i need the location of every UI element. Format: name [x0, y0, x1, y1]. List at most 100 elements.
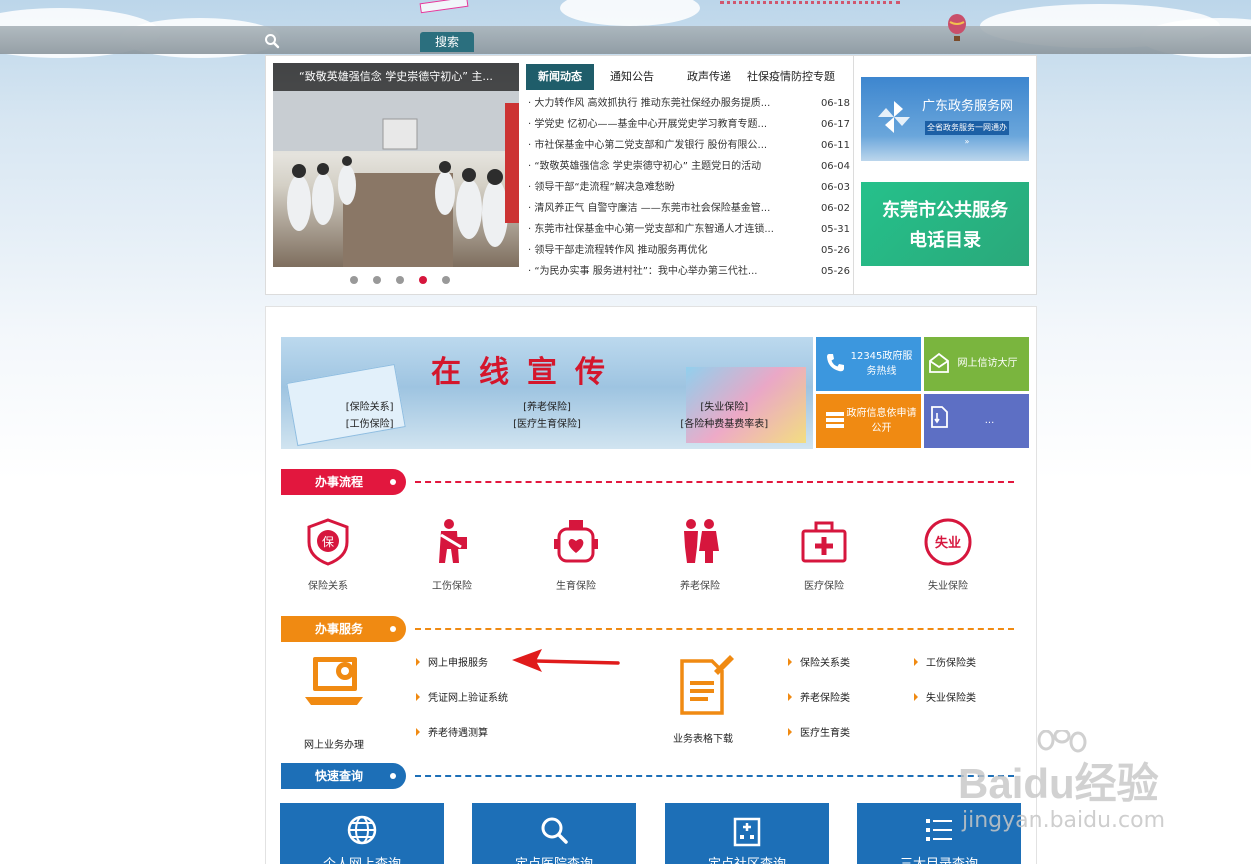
- promo-link[interactable]: [各险种费基费率表]: [659, 416, 789, 433]
- medical-kit-icon: [801, 521, 847, 563]
- query-section-title: 快速查询: [281, 763, 406, 789]
- promo-link[interactable]: [医疗生育保险]: [482, 416, 612, 433]
- promo-link[interactable]: [保险关系]: [305, 399, 435, 416]
- arrow-right-icon: [788, 658, 792, 666]
- slider-dot[interactable]: [350, 276, 358, 284]
- process-item-pension[interactable]: 养老保险: [652, 517, 748, 592]
- news-date: 06-03: [820, 182, 850, 193]
- news-item[interactable]: · 大力转作风 高效抓执行 推动东莞社保经办服务提质... 06-18: [528, 93, 850, 114]
- balloon-icon: [948, 14, 966, 41]
- hotline-tile[interactable]: 12345政府服务热线: [816, 337, 921, 391]
- promo-banner[interactable]: 在线宣传 [保险关系] [养老保险] [失业保险] [工伤保险] [医疗生育保险…: [281, 337, 813, 449]
- process-item-maternity[interactable]: 生育保险: [528, 517, 624, 592]
- slider-dots: [350, 276, 450, 284]
- forms-download-entry[interactable]: 业务表格下载: [650, 653, 756, 745]
- disclosure-tile[interactable]: 政府信息依申请公开: [816, 394, 921, 448]
- elderly-couple-icon: [684, 519, 719, 563]
- community-query-tile[interactable]: 定点社区查询: [665, 803, 829, 864]
- hospital-building-icon: [733, 817, 761, 847]
- letters-tile[interactable]: 网上信访大厅: [924, 337, 1029, 391]
- gd-banner-subtitle[interactable]: 全省政务服务一网通办 »: [925, 121, 1009, 146]
- column-divider: [853, 56, 854, 294]
- news-date: 06-04: [820, 161, 850, 172]
- tab-epidemic[interactable]: 社保疫情防控专题: [747, 64, 835, 90]
- news-item[interactable]: · 学党史 忆初心——基金中心开展党史学习教育专题... 06-17: [528, 114, 850, 135]
- news-item[interactable]: · 东莞市社保基金中心第一党支部和广东智通人才连锁... 05-31: [528, 219, 850, 240]
- slider-dot[interactable]: [373, 276, 381, 284]
- service-link-label: 养老保险类: [800, 693, 850, 704]
- news-item[interactable]: · “致敬英雄强信念 学史崇德守初心” 主题党日的活动 06-04: [528, 156, 850, 177]
- tab-notices[interactable]: 通知公告: [610, 64, 654, 90]
- form-category-link[interactable]: 工伤保险类: [914, 654, 976, 669]
- search-icon[interactable]: [264, 33, 280, 49]
- news-title[interactable]: · “为民办实事 服务进村社”：我中心举办第三代社...: [528, 261, 788, 282]
- news-title[interactable]: · 领导干部“走流程”解决急难愁盼: [528, 177, 788, 198]
- envelope-icon: [929, 352, 949, 373]
- promo-links: [保险关系] [养老保险] [失业保险] [工伤保险] [医疗生育保险] [各险…: [281, 399, 813, 433]
- online-declare-link[interactable]: 网上申报服务: [416, 654, 488, 669]
- service-link-label: 保险关系类: [800, 658, 850, 669]
- news-title[interactable]: · 学党史 忆初心——基金中心开展党史学习教育专题...: [528, 114, 788, 135]
- pension-calc-link[interactable]: 养老待遇测算: [416, 724, 488, 739]
- news-item[interactable]: · 领导干部“走流程”解决急难愁盼 06-03: [528, 177, 850, 198]
- slide-caption[interactable]: “致敬英雄强信念 学史崇德守初心” 主...: [273, 63, 519, 91]
- globe-icon: [347, 815, 377, 845]
- process-item-insurance-relation[interactable]: 保 保险关系: [280, 517, 376, 592]
- arrow-right-icon: [416, 728, 420, 736]
- process-item-label: 医疗保险: [804, 581, 844, 592]
- form-category-link[interactable]: 医疗生育类: [788, 724, 850, 739]
- news-date: 06-17: [820, 119, 850, 130]
- promo-link[interactable]: [失业保险]: [659, 399, 789, 416]
- service-section-header: 办事服务: [281, 616, 1014, 642]
- process-item-medical[interactable]: 医疗保险: [776, 517, 872, 592]
- gd-banner-title: 广东政务服务网: [922, 99, 1014, 114]
- online-business-entry[interactable]: 网上业务办理: [286, 653, 382, 751]
- personal-query-tile[interactable]: 个人网上查询: [280, 803, 444, 864]
- promo-link[interactable]: [工伤保险]: [305, 416, 435, 433]
- promo-link[interactable]: [养老保险]: [482, 399, 612, 416]
- hotline-label: 12345政府服务热线: [850, 351, 913, 377]
- news-title[interactable]: · 清风养正气 自警守廉洁 ——东莞市社会保险基金管...: [528, 198, 788, 219]
- slider-dot-active[interactable]: [419, 276, 427, 284]
- service-link-label: 网上申报服务: [428, 658, 488, 669]
- process-section-header: 办事流程: [281, 469, 1014, 495]
- news-title[interactable]: · “致敬英雄强信念 学史崇德守初心” 主题党日的活动: [528, 156, 788, 177]
- news-item[interactable]: · 清风养正气 自警守廉洁 ——东莞市社会保险基金管... 06-02: [528, 198, 850, 219]
- news-title[interactable]: · 大力转作风 高效抓执行 推动东莞社保经办服务提质...: [528, 93, 788, 114]
- quick-query-label: 定点社区查询: [665, 853, 829, 864]
- online-business-label: 网上业务办理: [304, 740, 364, 751]
- slider-dot[interactable]: [396, 276, 404, 284]
- news-item[interactable]: · 市社保基金中心第二党支部和广发银行 股份有限公... 06-11: [528, 135, 850, 156]
- phone-icon: [827, 354, 844, 372]
- news-item[interactable]: · “为民办实事 服务进村社”：我中心举办第三代社... 05-26: [528, 261, 850, 282]
- arrow-right-icon: [416, 693, 420, 701]
- news-title[interactable]: · 领导干部走流程转作风 推动服务再优化: [528, 240, 788, 261]
- slider-dot[interactable]: [442, 276, 450, 284]
- service-link-label: 凭证网上验证系统: [428, 693, 508, 704]
- arrow-right-icon: [788, 693, 792, 701]
- form-category-link[interactable]: 保险关系类: [788, 654, 850, 669]
- gd-gov-service-banner[interactable]: 广东政务服务网 全省政务服务一网通办 »: [861, 77, 1029, 161]
- news-slide-image[interactable]: “致敬英雄强信念 学史崇德守初心” 主...: [273, 63, 519, 267]
- watermark-url: jingyan.baidu.com: [962, 808, 1166, 833]
- process-item-unemployment[interactable]: 失业 失业保险: [900, 517, 996, 592]
- hospital-query-tile[interactable]: 定点医院查询: [472, 803, 636, 864]
- pinwheel-logo-icon: [878, 101, 910, 133]
- voucher-verify-link[interactable]: 凭证网上验证系统: [416, 689, 508, 704]
- news-title[interactable]: · 市社保基金中心第二党支部和广发银行 股份有限公...: [528, 135, 788, 156]
- arrow-right-icon: [914, 658, 918, 666]
- process-item-injury[interactable]: 工伤保险: [404, 517, 500, 592]
- search-button[interactable]: 搜索: [420, 32, 474, 52]
- tab-news[interactable]: 新闻动态: [526, 64, 594, 90]
- news-date: 06-18: [820, 98, 850, 109]
- news-date: 06-02: [820, 203, 850, 214]
- news-title[interactable]: · 东莞市社保基金中心第一党支部和广东智通人才连锁...: [528, 219, 788, 240]
- form-category-link[interactable]: 失业保险类: [914, 689, 976, 704]
- tab-policy[interactable]: 政声传递: [687, 64, 731, 90]
- more-tile[interactable]: ...: [924, 394, 1029, 448]
- news-item[interactable]: · 领导干部走流程转作风 推动服务再优化 05-26: [528, 240, 850, 261]
- shield-bao-icon: 保: [307, 518, 349, 566]
- form-category-link[interactable]: 养老保险类: [788, 689, 850, 704]
- phone-directory-banner[interactable]: 东莞市公共服务 电话目录: [861, 182, 1029, 266]
- search-bar: [0, 26, 1251, 54]
